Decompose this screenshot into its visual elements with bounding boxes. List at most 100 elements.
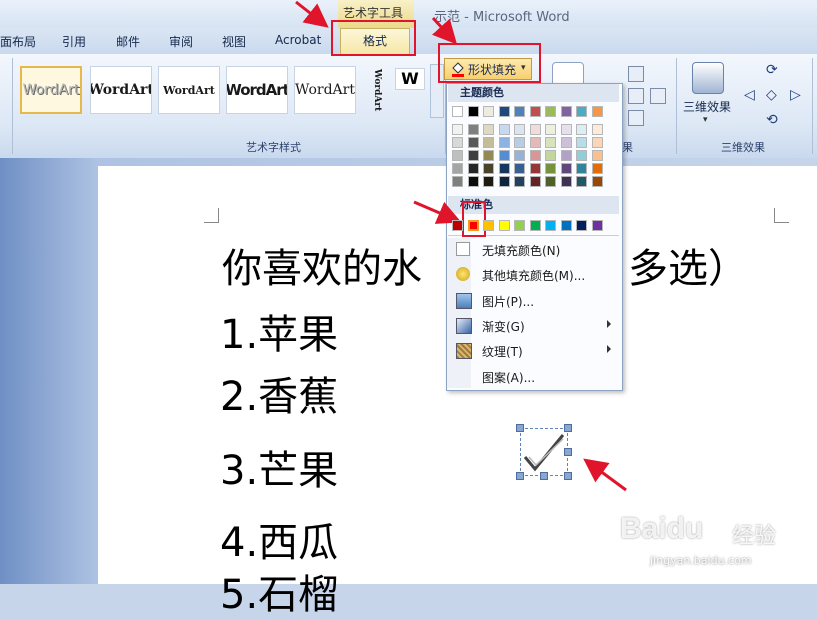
theme-shade-swatch[interactable] [499,150,510,161]
tab-references[interactable]: 引用 [62,33,86,50]
chevron-down-icon[interactable]: ▾ [703,115,708,125]
menu-item-pattern[interactable]: 图案(A)... [448,364,619,389]
theme-shade-swatch[interactable] [545,150,556,161]
theme-shade-swatch[interactable] [483,124,494,135]
tilt-left-icon[interactable]: ◁ [744,87,755,103]
nudge-shadow-right-icon[interactable] [650,88,666,104]
menu-item-texture[interactable]: 纹理(T) [448,338,619,363]
theme-shade-swatch[interactable] [514,124,525,135]
theme-shade-swatch[interactable] [452,176,463,187]
theme-shade-swatch[interactable] [452,124,463,135]
menu-item-no-fill[interactable]: 无填充颜色(N) [448,237,619,262]
standard-color-swatch[interactable] [452,220,463,231]
standard-color-swatch[interactable] [468,220,479,231]
theme-shade-swatch[interactable] [545,137,556,148]
theme-color-swatch[interactable] [452,106,463,117]
tab-review[interactable]: 审阅 [169,33,193,50]
theme-shade-swatch[interactable] [514,163,525,174]
theme-color-swatch[interactable] [545,106,556,117]
theme-shade-swatch[interactable] [499,124,510,135]
theme-shade-swatch[interactable] [483,150,494,161]
standard-color-swatch[interactable] [576,220,587,231]
resize-handle[interactable] [564,448,572,456]
resize-handle[interactable] [564,472,572,480]
theme-shade-swatch[interactable] [499,137,510,148]
theme-shade-swatch[interactable] [483,163,494,174]
standard-color-swatch[interactable] [530,220,541,231]
theme-shade-swatch[interactable] [468,137,479,148]
theme-shade-swatch[interactable] [576,124,587,135]
theme-shade-swatch[interactable] [468,163,479,174]
theme-shade-swatch[interactable] [561,124,572,135]
three-d-effects-button[interactable]: 三维效果 [683,98,731,115]
theme-color-swatch[interactable] [592,106,603,117]
theme-shade-swatch[interactable] [561,163,572,174]
theme-shade-swatch[interactable] [561,137,572,148]
theme-shade-swatch[interactable] [468,124,479,135]
menu-item-more-colors[interactable]: 其他填充颜色(M)... [448,262,619,287]
standard-color-swatch[interactable] [561,220,572,231]
theme-shade-swatch[interactable] [576,176,587,187]
wordart-style-6[interactable]: WordArt [362,66,392,114]
theme-shade-swatch[interactable] [545,124,556,135]
checkmark-wordart-object[interactable] [520,428,568,476]
theme-shade-swatch[interactable] [530,176,541,187]
theme-shade-swatch[interactable] [530,124,541,135]
three-d-toggle-icon[interactable]: ◇ [766,87,777,103]
wordart-style-3[interactable]: WordArt [158,66,220,114]
theme-shade-swatch[interactable] [499,163,510,174]
menu-item-picture[interactable]: 图片(P)... [448,288,619,313]
tilt-down-icon[interactable]: ⟲ [766,112,778,128]
resize-handle[interactable] [540,472,548,480]
wordart-style-1[interactable]: WordArt [20,66,82,114]
theme-color-swatch[interactable] [468,106,479,117]
theme-shade-swatch[interactable] [452,150,463,161]
theme-shade-swatch[interactable] [499,176,510,187]
theme-shade-swatch[interactable] [530,137,541,148]
theme-shade-swatch[interactable] [483,137,494,148]
standard-color-swatch[interactable] [499,220,510,231]
wordart-style-5[interactable]: WordArt [294,66,356,114]
standard-color-swatch[interactable] [514,220,525,231]
theme-color-swatch[interactable] [530,106,541,117]
tab-acrobat[interactable]: Acrobat [275,33,321,47]
wordart-style-2[interactable]: WordArt [90,66,152,114]
menu-item-gradient[interactable]: 渐变(G) [448,313,619,338]
wordart-style-7[interactable]: W [395,68,425,90]
resize-handle[interactable] [564,424,572,432]
three-d-cube-icon[interactable] [692,62,724,94]
tilt-up-icon[interactable]: ⟳ [766,62,778,78]
theme-shade-swatch[interactable] [545,176,556,187]
tab-mailings[interactable]: 邮件 [116,33,140,50]
tab-page-layout[interactable]: 面布局 [0,33,36,50]
theme-shade-swatch[interactable] [592,176,603,187]
theme-shade-swatch[interactable] [530,150,541,161]
theme-shade-swatch[interactable] [514,150,525,161]
theme-color-swatch[interactable] [561,106,572,117]
theme-shade-swatch[interactable] [468,150,479,161]
theme-shade-swatch[interactable] [530,163,541,174]
theme-color-swatch[interactable] [499,106,510,117]
theme-color-swatch[interactable] [576,106,587,117]
standard-color-swatch[interactable] [592,220,603,231]
theme-shade-swatch[interactable] [592,150,603,161]
nudge-shadow-down-icon[interactable] [628,110,644,126]
theme-shade-swatch[interactable] [561,176,572,187]
theme-shade-swatch[interactable] [592,124,603,135]
theme-shade-swatch[interactable] [576,150,587,161]
nudge-shadow-left-icon[interactable] [628,88,644,104]
nudge-shadow-up-icon[interactable] [628,66,644,82]
resize-handle[interactable] [516,472,524,480]
theme-shade-swatch[interactable] [561,150,572,161]
theme-shade-swatch[interactable] [514,137,525,148]
standard-color-swatch[interactable] [483,220,494,231]
theme-shade-swatch[interactable] [576,137,587,148]
theme-shade-swatch[interactable] [452,137,463,148]
theme-shade-swatch[interactable] [592,137,603,148]
tilt-right-icon[interactable]: ▷ [790,87,801,103]
theme-shade-swatch[interactable] [514,176,525,187]
theme-shade-swatch[interactable] [468,176,479,187]
theme-shade-swatch[interactable] [576,163,587,174]
wordart-style-4[interactable]: WordArt [226,66,288,114]
theme-shade-swatch[interactable] [452,163,463,174]
